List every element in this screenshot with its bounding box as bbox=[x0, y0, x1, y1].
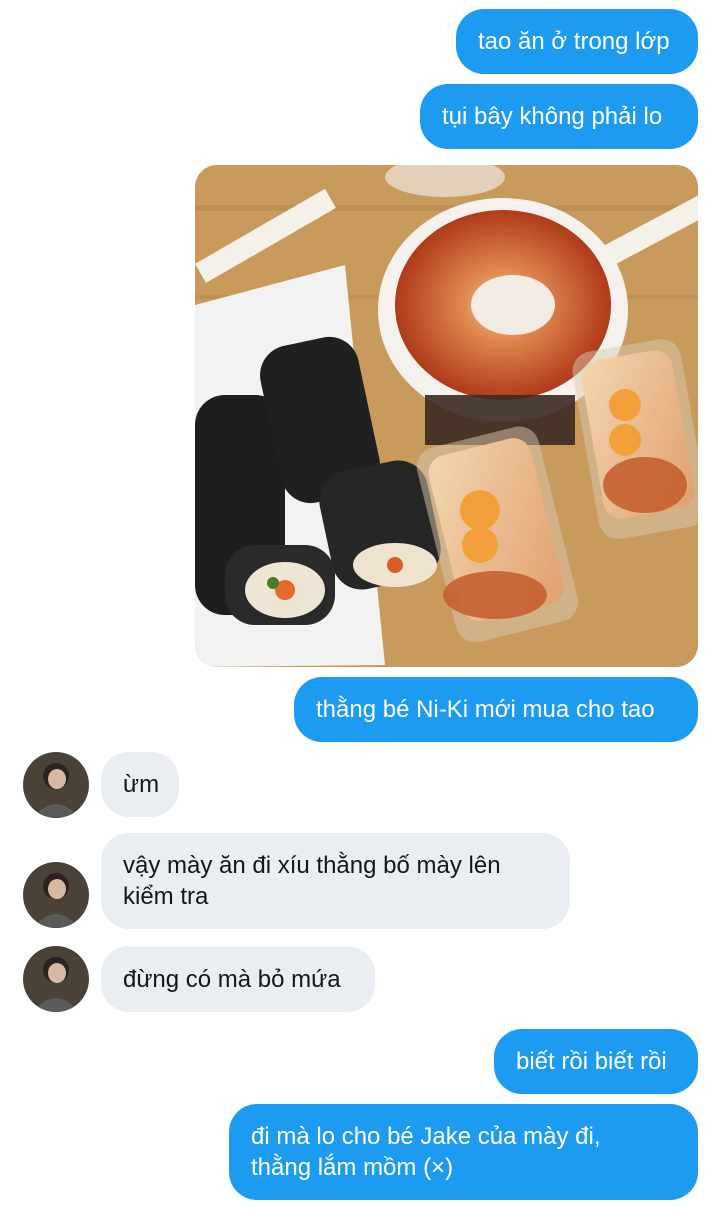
avatar-image bbox=[23, 946, 89, 1012]
message-bubble-received[interactable]: vậy mày ăn đi xíu thằng bố mày lên kiểm … bbox=[101, 833, 570, 929]
message-bubble-received[interactable]: đừng có mà bỏ mứa bbox=[101, 946, 375, 1012]
message-text: vậy mày ăn đi xíu thằng bố mày lên kiểm … bbox=[123, 852, 501, 910]
message-bubble-sent[interactable]: đi mà lo cho bé Jake của mày đi, thằng l… bbox=[229, 1104, 698, 1200]
contact-avatar[interactable] bbox=[23, 946, 89, 1012]
message-bubble-received[interactable]: ừm bbox=[101, 752, 179, 817]
message-text: ừm bbox=[123, 771, 160, 798]
message-bubble-sent[interactable]: biết rồi biết rồi bbox=[494, 1029, 698, 1094]
message-bubble-sent[interactable]: tụi bây không phải lo bbox=[420, 84, 698, 149]
avatar-image bbox=[23, 862, 89, 928]
message-text: biết rồi biết rồi bbox=[516, 1048, 667, 1075]
message-text: tao ăn ở trong lớp bbox=[478, 28, 670, 55]
message-bubble-sent[interactable]: tao ăn ở trong lớp bbox=[456, 9, 698, 74]
contact-avatar[interactable] bbox=[23, 862, 89, 928]
message-text: đi mà lo cho bé Jake của mày đi, thằng l… bbox=[251, 1123, 601, 1181]
photo-message[interactable] bbox=[195, 165, 698, 667]
message-text: tụi bây không phải lo bbox=[442, 103, 663, 130]
message-text: đừng có mà bỏ mứa bbox=[123, 965, 341, 993]
avatar-image bbox=[23, 752, 89, 818]
message-bubble-sent[interactable]: thằng bé Ni-Ki mới mua cho tao bbox=[294, 677, 698, 742]
food-photo bbox=[195, 165, 698, 667]
contact-avatar[interactable] bbox=[23, 752, 89, 818]
message-text: thằng bé Ni-Ki mới mua cho tao bbox=[316, 696, 655, 723]
